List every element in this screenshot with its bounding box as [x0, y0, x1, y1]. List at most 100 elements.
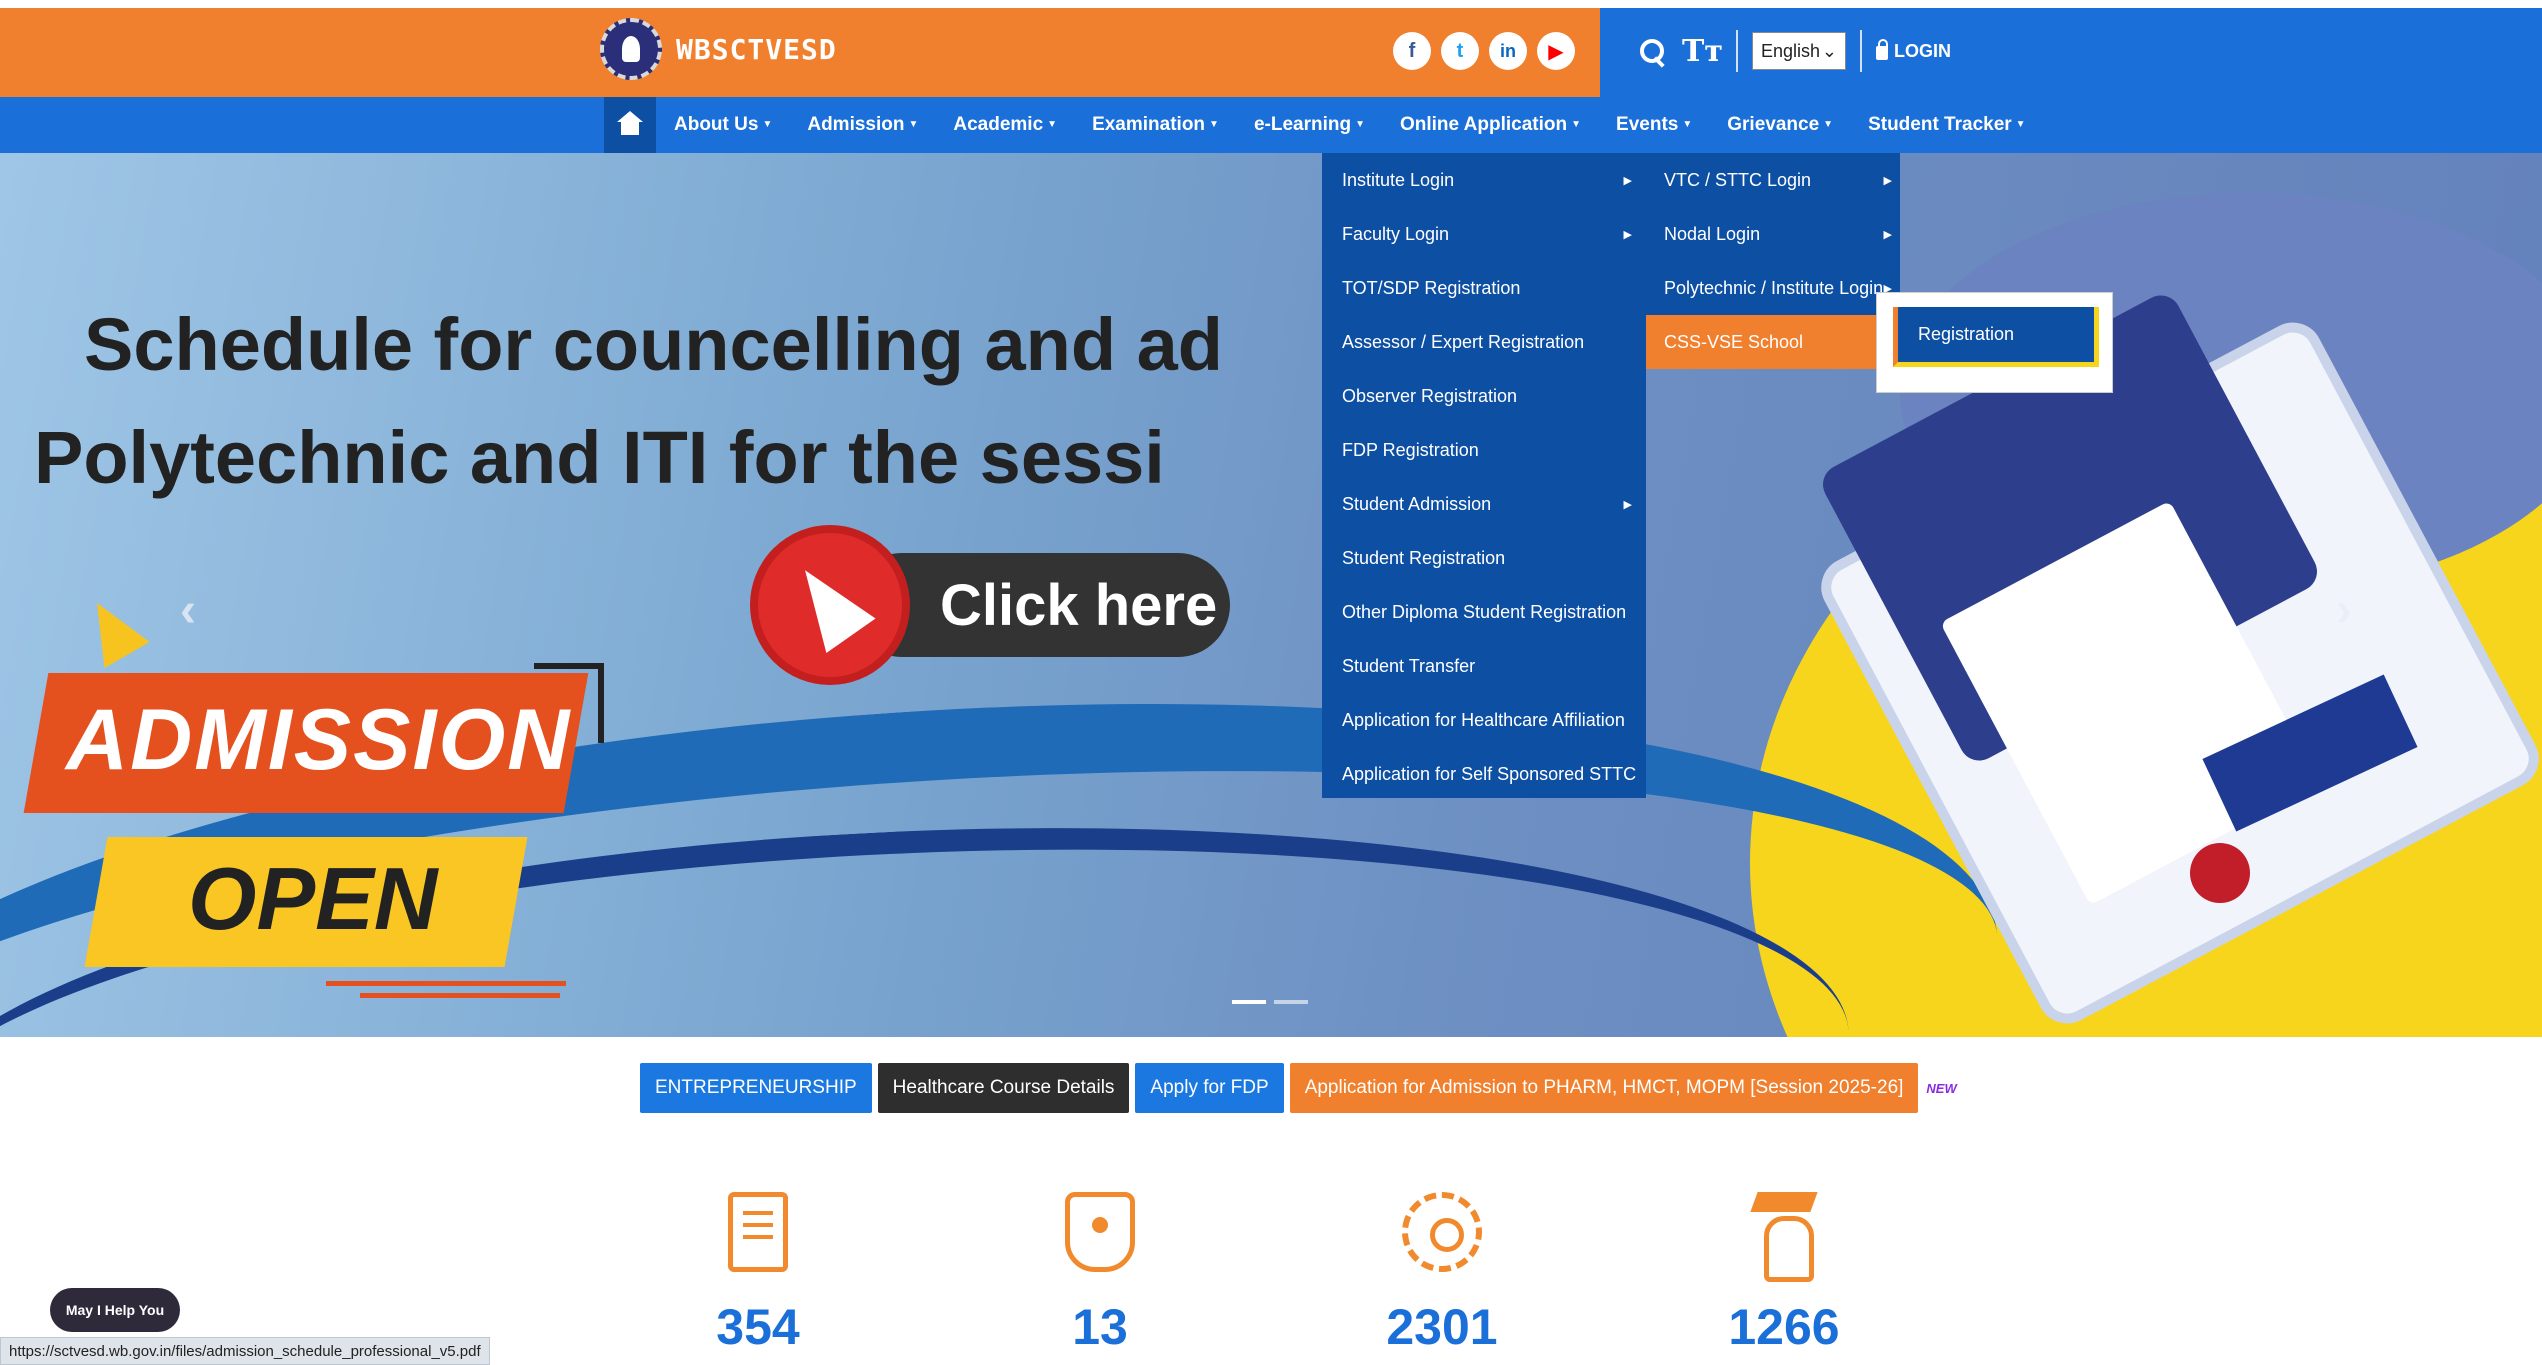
linkedin-icon[interactable]: in — [1489, 32, 1527, 70]
twitter-icon[interactable]: t — [1441, 32, 1479, 70]
menu-item-assessor-registration[interactable]: Assessor / Expert Registration — [1322, 315, 1646, 369]
site-logo[interactable]: WBSCTVESD — [600, 18, 837, 80]
click-here-button[interactable]: Click here — [750, 525, 1230, 685]
menu-label: TOT/SDP Registration — [1342, 277, 1521, 298]
submenu-item-registration[interactable]: Registration — [1893, 307, 2099, 367]
caret-down-icon: ▼ — [1823, 119, 1834, 131]
css-vse-submenu: Registration — [1876, 292, 2113, 393]
carousel-next-arrow[interactable]: › — [2336, 583, 2352, 638]
caret-down-icon: ▼ — [908, 119, 919, 131]
entrepreneurship-button[interactable]: ENTREPRENEURSHIP — [640, 1063, 872, 1113]
carousel-indicators — [1232, 1000, 1308, 1004]
nav-item-events[interactable]: Events ▼ — [1616, 114, 1692, 136]
emblem-icon — [600, 18, 662, 80]
online-application-dropdown: Institute Login ▶ Faculty Login ▶ TOT/SDP … — [1322, 153, 1646, 798]
menu-item-fdp-registration[interactable]: FDP Registration — [1322, 423, 1646, 477]
nav-item-admission[interactable]: Admission ▼ — [807, 114, 918, 136]
main-nav: About Us ▼ Admission ▼ Academic ▼ Examinati… — [0, 97, 2542, 153]
menu-item-student-transfer[interactable]: Student Transfer — [1322, 639, 1646, 693]
help-chat-button[interactable]: May I Help You — [50, 1288, 180, 1332]
status-bar-url: https://sctvesd.wb.gov.in/files/admissio… — [0, 1337, 490, 1365]
caret-right-icon: ▶ — [1883, 228, 1892, 241]
hero-carousel[interactable]: Schedule for councelling and ad Polytech… — [0, 153, 2542, 1037]
healthcare-course-button[interactable]: Healthcare Course Details — [877, 1063, 1130, 1113]
caret-right-icon: ▶ — [1623, 498, 1632, 511]
language-value: English — [1761, 40, 1821, 61]
submenu-item-nodal-login[interactable]: Nodal Login ▶ — [1646, 207, 1900, 261]
submenu-item-polytechnic-login[interactable]: Polytechnic / Institute Login ▶ — [1646, 261, 1900, 315]
graduate-icon — [1754, 1192, 1814, 1282]
nav-label: Grievance — [1727, 114, 1820, 135]
gift-hand-icon — [1065, 1192, 1135, 1272]
facebook-icon[interactable]: f — [1393, 32, 1431, 70]
nav-item-about-us[interactable]: About Us ▼ — [674, 114, 772, 136]
nav-label: Online Application — [1399, 114, 1568, 135]
carousel-indicator[interactable] — [1274, 1000, 1308, 1004]
menu-label: Student Admission — [1342, 493, 1492, 514]
caret-down-icon: ▼ — [1355, 119, 1365, 131]
submenu-item-vtc-sttc-login[interactable]: VTC / STTC Login ▶ — [1646, 153, 1900, 207]
menu-item-healthcare-affiliation[interactable]: Application for Healthcare Affiliation — [1322, 693, 1646, 747]
caret-right-icon: ▶ — [1883, 174, 1892, 187]
social-links: f t in ▶ — [1393, 32, 1575, 70]
caret-down-icon: ▼ — [2015, 119, 2026, 131]
cursor-badge — [750, 525, 910, 685]
nav-item-academic[interactable]: Academic ▼ — [953, 114, 1057, 136]
caret-down-icon: ▼ — [1047, 119, 1058, 131]
nav-label: Events — [1616, 114, 1679, 135]
caret-right-icon: ▶ — [1623, 174, 1632, 187]
youtube-icon[interactable]: ▶ — [1537, 32, 1575, 70]
admission-label: ADMISSION — [66, 692, 572, 788]
chevron-down-icon: ⌄ — [1821, 40, 1837, 61]
caret-down-icon: ▼ — [762, 119, 773, 131]
menu-item-other-diploma-registration[interactable]: Other Diploma Student Registration — [1322, 585, 1646, 639]
nav-items: About Us ▼ Admission ▼ Academic ▼ Examinati… — [674, 97, 2061, 153]
team-gear-icon — [1402, 1192, 1482, 1272]
home-button[interactable] — [604, 97, 656, 153]
carousel-prev-arrow[interactable]: ‹ — [180, 583, 196, 638]
nav-item-examination[interactable]: Examination ▼ — [1092, 114, 1219, 136]
menu-label: Student Registration — [1342, 547, 1506, 568]
menu-item-institute-login[interactable]: Institute Login ▶ — [1322, 153, 1646, 207]
text-size-icon[interactable]: Tт — [1682, 34, 1723, 69]
decor-line — [326, 981, 566, 986]
stat-item: 2301 — [1362, 1192, 1522, 1356]
menu-label: Polytechnic / Institute Login — [1664, 277, 1884, 298]
login-link[interactable]: LOGIN — [1876, 39, 1951, 62]
lock-icon — [1876, 39, 1888, 60]
menu-label: Application for Self Sponsored STTC — [1342, 763, 1637, 784]
divider — [1860, 30, 1862, 72]
carousel-indicator[interactable] — [1232, 1000, 1266, 1004]
nav-item-e-learning[interactable]: e-Learning ▼ — [1254, 114, 1365, 136]
menu-item-self-sponsored-sttc[interactable]: Application for Self Sponsored STTC — [1322, 747, 1646, 801]
menu-item-tot-sdp-registration[interactable]: TOT/SDP Registration — [1322, 261, 1646, 315]
stat-icon-wrap — [1744, 1192, 1824, 1282]
menu-label: CSS-VSE School — [1664, 331, 1804, 352]
nav-label: e-Learning — [1253, 114, 1352, 135]
nav-item-grievance[interactable]: Grievance ▼ — [1727, 114, 1833, 136]
language-select[interactable]: English ⌄ — [1752, 32, 1846, 70]
pharm-admission-button[interactable]: Application for Admission to PHARM, HMCT… — [1289, 1063, 1919, 1113]
submenu-item-css-vse-school[interactable]: CSS-VSE School — [1646, 315, 1900, 369]
menu-item-student-registration[interactable]: Student Registration — [1322, 531, 1646, 585]
home-icon — [617, 111, 643, 135]
top-header-bar: WBSCTVESD f t in ▶ Tт English ⌄ LOGIN — [0, 8, 2542, 97]
search-icon[interactable] — [1636, 31, 1668, 71]
nav-item-online-application[interactable]: Online Application ▼ — [1400, 114, 1581, 136]
menu-item-student-admission[interactable]: Student Admission ▶ — [1322, 477, 1646, 531]
apply-fdp-button[interactable]: Apply for FDP — [1135, 1063, 1284, 1113]
menu-label: Observer Registration — [1342, 385, 1518, 406]
menu-item-faculty-login[interactable]: Faculty Login ▶ — [1322, 207, 1646, 261]
nav-label: Admission — [807, 114, 905, 135]
seal-icon — [2190, 843, 2250, 903]
nav-item-student-tracker[interactable]: Student Tracker ▼ — [1868, 114, 2026, 136]
new-badge: NEW — [1926, 1080, 1957, 1096]
stat-item: 13 — [1020, 1192, 1180, 1356]
stat-value: 13 — [1072, 1299, 1128, 1355]
cursor-icon — [780, 553, 876, 653]
stat-icon-wrap — [1402, 1192, 1482, 1278]
caret-down-icon: ▼ — [1209, 119, 1219, 131]
institute-login-submenu: VTC / STTC Login ▶ Nodal Login ▶ Polytechn… — [1646, 153, 1900, 369]
nav-label: Examination — [1092, 114, 1206, 135]
menu-item-observer-registration[interactable]: Observer Registration — [1322, 369, 1646, 423]
